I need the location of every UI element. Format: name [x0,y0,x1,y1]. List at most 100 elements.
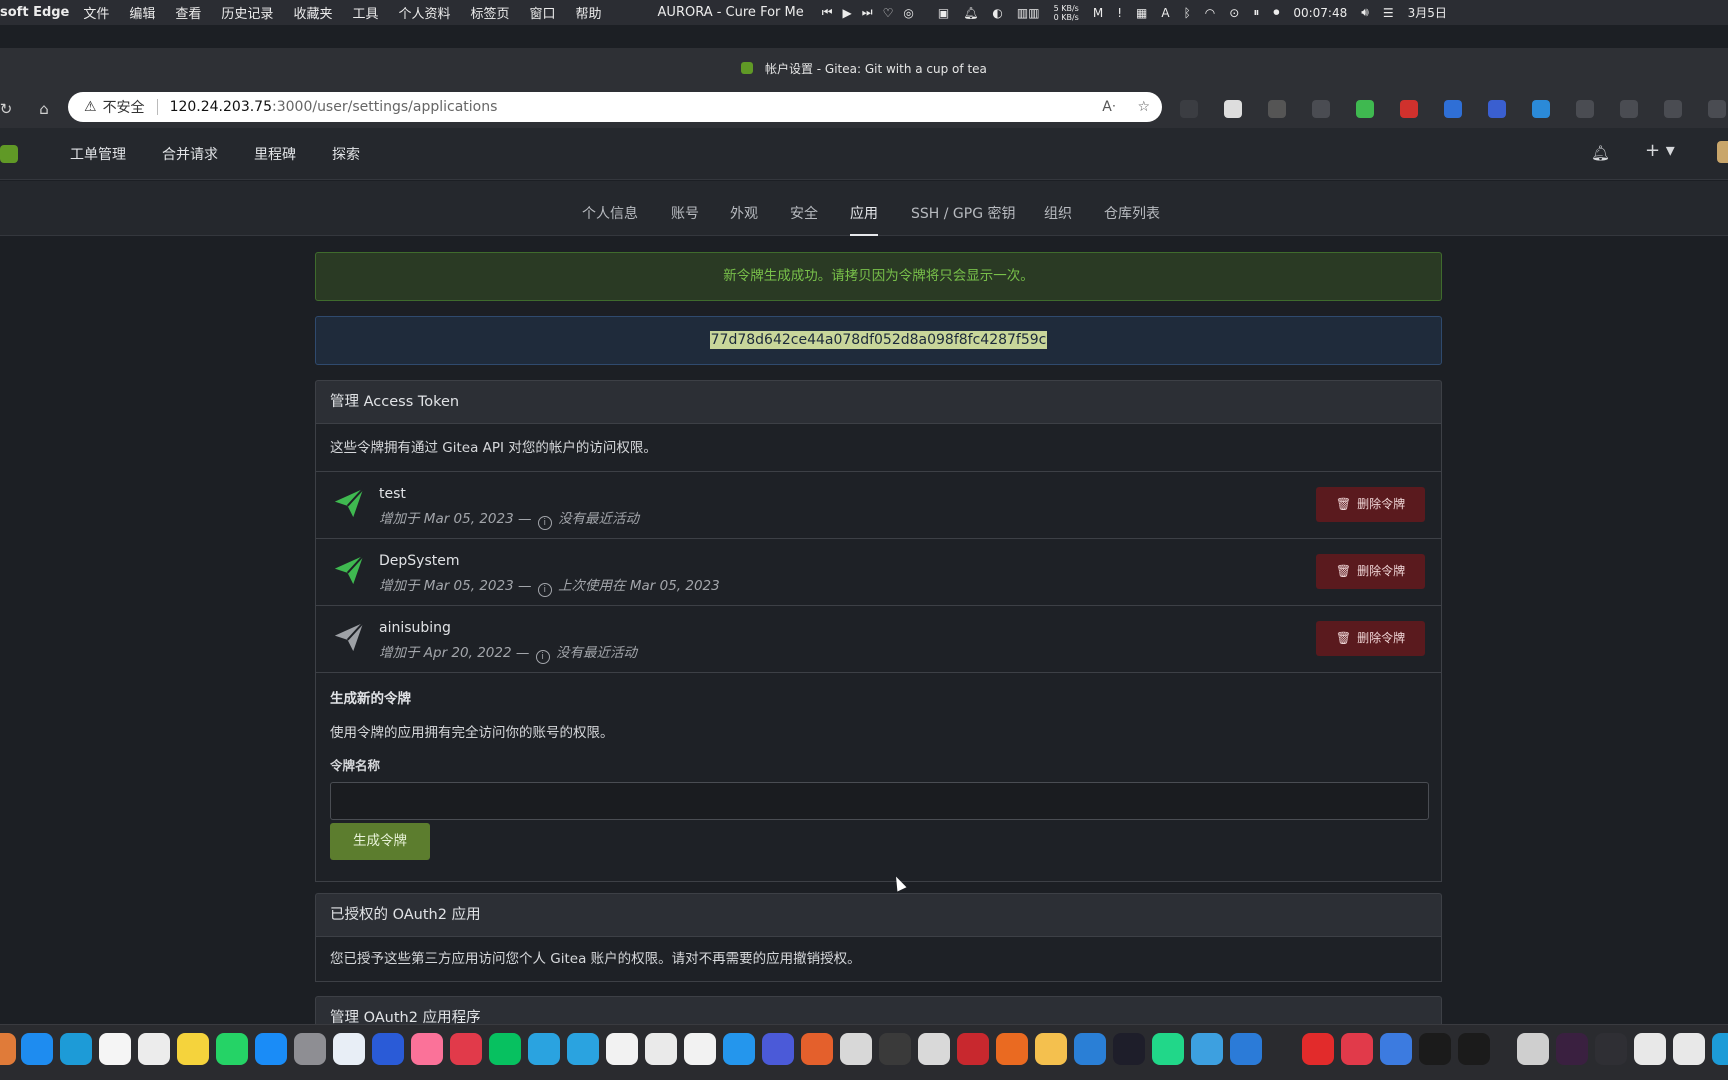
alert-tray-icon[interactable]: ! [1117,6,1122,20]
dock-app-icon[interactable] [1074,1033,1106,1065]
read-aloud-icon[interactable]: Aᐧ [1102,99,1115,115]
nav-issues[interactable]: 工单管理 [70,144,126,164]
safari-icon[interactable] [21,1033,53,1065]
user-avatar[interactable] [1717,141,1728,163]
gitea-logo-icon[interactable] [0,144,18,163]
refresh-icon[interactable]: ↻ [0,99,16,119]
wps-writer-icon[interactable] [372,1033,404,1065]
tab-ssh-gpg-keys[interactable]: SSH / GPG 密钥 [911,181,1016,236]
extension-glasses-icon[interactable] [1224,100,1242,118]
extension-red-icon[interactable] [1400,100,1418,118]
calendar-tray-icon[interactable]: ▦ [1136,6,1147,20]
tab-account[interactable]: 账号 [671,181,699,236]
extension-shield-icon[interactable] [1356,100,1374,118]
delete-token-button[interactable]: 🗑︎ 删除令牌 [1316,554,1425,589]
insecure-label[interactable]: 不安全 [103,97,145,117]
now-playing[interactable]: AURORA - Cure For Me [658,5,804,20]
extension-translate-icon[interactable] [1312,100,1330,118]
notes-icon[interactable] [177,1033,209,1065]
menu-favorites[interactable]: 收藏夹 [293,3,332,22]
wechat-tray-icon[interactable]: ◐ [992,6,1002,20]
warning-icon[interactable]: ⚠ [84,99,97,115]
cpu-monitor-icon[interactable]: ▥▥ [1017,6,1040,20]
pixelmator-icon[interactable] [333,1033,365,1065]
extension-edit-icon[interactable] [1488,100,1506,118]
docker-icon[interactable] [723,1033,755,1065]
generate-token-button[interactable]: 生成令牌 [330,823,430,860]
typora-icon[interactable] [684,1033,716,1065]
dock-app-icon[interactable] [1380,1033,1412,1065]
app-name[interactable]: soft Edge [0,5,69,20]
nav-pull-requests[interactable]: 合并请求 [162,144,218,164]
nav-explore[interactable]: 探索 [332,144,360,164]
generated-token[interactable]: 77d78d642ce44a078df052d8a098f8fc4287f59c [709,331,1048,349]
dock-app-icon[interactable] [762,1033,794,1065]
previous-track-icon[interactable]: ⏮ [822,5,833,20]
telegram-lite-icon[interactable] [567,1033,599,1065]
menu-tabs[interactable]: 标签页 [470,3,509,22]
dock-app-icon[interactable] [645,1033,677,1065]
dock-app-icon[interactable] [957,1033,989,1065]
create-new-plus-icon[interactable]: + ▾ [1645,140,1675,161]
notification-bell-icon[interactable]: 🔔︎ [963,6,978,20]
dock-app-icon[interactable] [1191,1033,1223,1065]
bilibili-icon[interactable] [411,1033,443,1065]
menu-history[interactable]: 历史记录 [221,3,273,22]
dock-app-icon[interactable] [1230,1033,1262,1065]
extension-badge-icon[interactable] [1532,100,1550,118]
notifications-bell-icon[interactable]: 🔔︎ [1591,144,1610,162]
system-settings-icon[interactable] [294,1033,326,1065]
qq-icon[interactable] [606,1033,638,1065]
collections-icon[interactable] [1664,100,1682,118]
dock-window-thumbnail[interactable] [1595,1033,1627,1065]
menu-file[interactable]: 文件 [83,3,109,22]
wps-icon[interactable] [1302,1033,1334,1065]
wifi-icon[interactable]: ◠ [1205,6,1215,20]
app-tray-icon[interactable]: ▣ [938,6,949,20]
menu-view[interactable]: 查看 [175,3,201,22]
nav-milestones[interactable]: 里程碑 [254,144,296,164]
calendar-icon[interactable] [99,1033,131,1065]
screen-recorder-icon[interactable] [1458,1033,1490,1065]
menu-window[interactable]: 窗口 [530,3,556,22]
dock-app-icon[interactable] [918,1033,950,1065]
dock-app-icon[interactable] [840,1033,872,1065]
record-icon[interactable]: ⏺ [1273,5,1279,20]
tab-organizations[interactable]: 组织 [1044,181,1072,236]
tab-profile[interactable]: 个人信息 [582,181,638,236]
edge-icon[interactable] [60,1033,92,1065]
wechat-icon[interactable] [489,1033,521,1065]
settings-gear-icon[interactable] [1708,100,1726,118]
tab-security[interactable]: 安全 [790,181,818,236]
dock-app-icon[interactable] [1035,1033,1067,1065]
terminal-icon[interactable] [1419,1033,1451,1065]
menu-help[interactable]: 帮助 [576,3,602,22]
delete-token-button[interactable]: 🗑︎ 删除令牌 [1316,621,1425,656]
dock-app-icon[interactable] [0,1033,16,1065]
dock-window-thumbnail[interactable] [1712,1033,1728,1065]
downloads-folder-icon[interactable] [1517,1033,1549,1065]
malwarebytes-icon[interactable]: M [1093,6,1103,20]
reminders-icon[interactable] [138,1033,170,1065]
delete-token-button[interactable]: 🗑︎ 删除令牌 [1316,487,1425,522]
extensions-puzzle-icon[interactable] [1576,100,1594,118]
add-favorite-icon[interactable]: ☆ [1137,99,1150,115]
input-method-icon[interactable]: A [1161,6,1169,20]
dock-app-icon[interactable] [996,1033,1028,1065]
play-icon[interactable]: ▶ [843,6,852,20]
heart-icon[interactable]: ♡ [883,6,894,20]
app-store-icon[interactable] [255,1033,287,1065]
extension-owl-icon[interactable] [1180,100,1198,118]
extension-gray-icon[interactable] [1268,100,1286,118]
token-name-input[interactable] [330,782,1429,820]
home-icon[interactable]: ⌂ [34,99,54,119]
volume-icon[interactable]: 🔊︎ [1361,5,1369,20]
intellij-icon[interactable] [1113,1033,1145,1065]
dock-app-icon[interactable] [801,1033,833,1065]
clock[interactable]: 00:07:48 [1293,6,1347,20]
dock-app-icon[interactable] [1341,1033,1373,1065]
control-center-icon[interactable]: ☰ [1383,6,1394,20]
address-bar[interactable]: ⚠ 不安全 120.24.203.75 :3000/user/settings/… [68,92,1162,122]
tab-appearance[interactable]: 外观 [730,181,758,236]
netease-music-icon[interactable] [450,1033,482,1065]
